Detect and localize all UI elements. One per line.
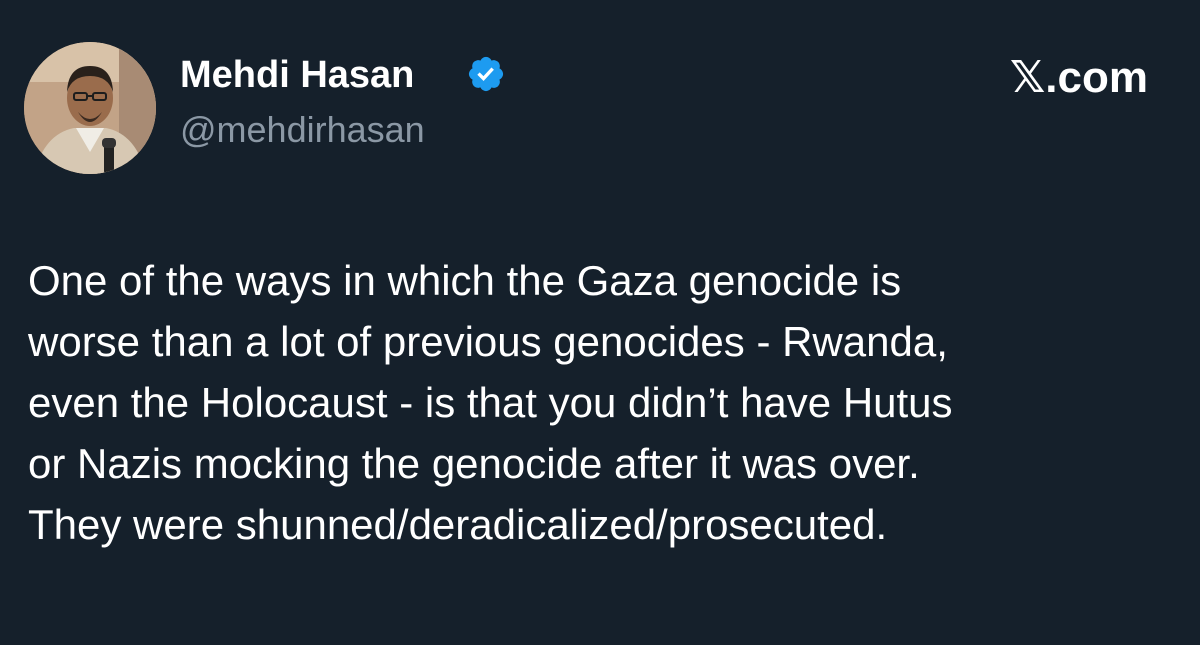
tweet-text-line: or Nazis mocking the genocide after it w… [28, 440, 920, 487]
tweet-text-line: worse than a lot of previous genocides -… [28, 318, 948, 365]
tweet-text-line: One of the ways in which the Gaza genoci… [28, 257, 902, 304]
tweet-text: One of the ways in which the Gaza genoci… [28, 250, 1178, 555]
tweet-text-line: even the Holocaust - is that you didn’t … [28, 379, 953, 426]
avatar-photo [24, 42, 156, 174]
tweet-card: Mehdi Hasan @mehdirhasan 𝕏.com One of th… [0, 0, 1200, 645]
x-logo-icon: 𝕏.com [1009, 53, 1148, 102]
author-handle[interactable]: @mehdirhasan [180, 108, 425, 152]
author-name[interactable]: Mehdi Hasan [180, 52, 414, 98]
verified-badge-icon [468, 56, 504, 92]
tweet-text-line: They were shunned/deradicalized/prosecut… [28, 501, 888, 548]
avatar[interactable] [24, 42, 156, 174]
